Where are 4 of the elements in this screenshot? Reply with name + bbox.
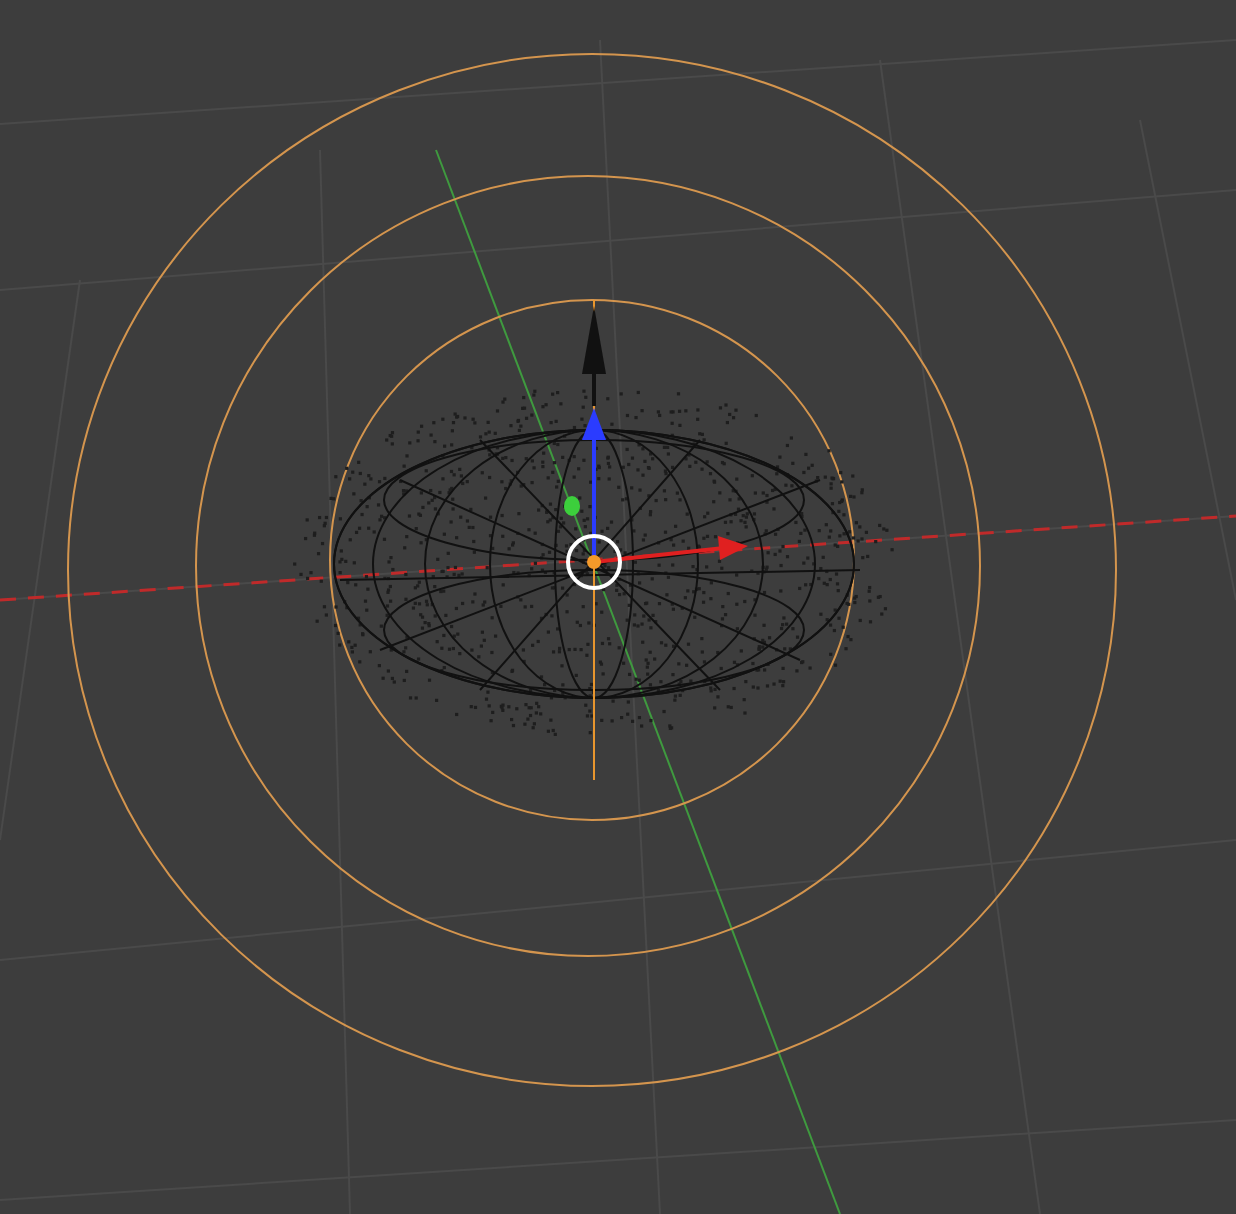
y-move-handle[interactable]: [564, 496, 580, 516]
transform-center-ring[interactable]: [566, 534, 622, 590]
z-move-arrow[interactable]: [582, 408, 606, 560]
origin-dot: [587, 555, 601, 569]
